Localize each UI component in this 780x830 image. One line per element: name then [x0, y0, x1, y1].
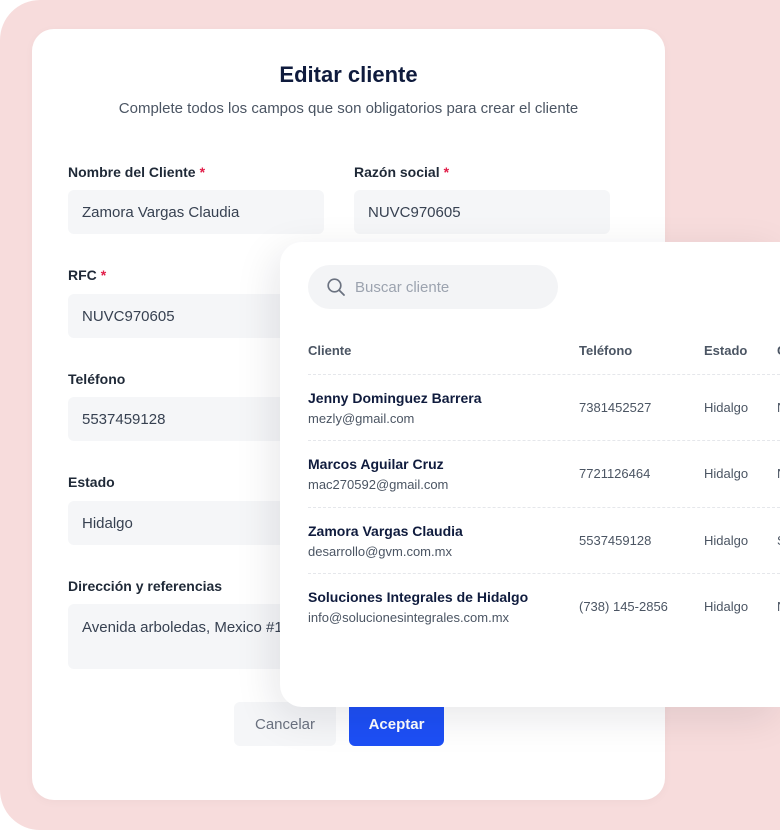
client-name-label: Nombre del Cliente *	[68, 164, 206, 180]
column-header-phone: Teléfono	[579, 343, 633, 358]
client-phone: (738) 145-2856	[579, 599, 668, 614]
client-phone: 5537459128	[579, 533, 652, 548]
client-email: mezly@gmail.com	[308, 411, 415, 426]
client-name: Marcos Aguilar Cruz	[308, 456, 444, 472]
form-title: Editar cliente	[279, 62, 418, 87]
search-input[interactable]	[355, 278, 535, 296]
client-email: mac270592@gmail.com	[308, 477, 449, 492]
table-row[interactable]: Zamora Vargas Claudia desarrollo@gvm.com…	[308, 507, 780, 573]
table-row[interactable]: Jenny Dominguez Barrera mezly@gmail.com …	[308, 374, 780, 440]
required-mark: *	[443, 164, 450, 180]
table-row[interactable]: Soluciones Integrales de Hidalgo info@so…	[308, 573, 780, 639]
client-state: Hidalgo	[704, 466, 749, 481]
state-label: Estado	[68, 474, 115, 490]
client-name: Jenny Dominguez Barrera	[308, 390, 482, 406]
client-email: desarrollo@gvm.com.mx	[308, 544, 452, 559]
client-name-input[interactable]: Zamora Vargas Claudia	[68, 190, 324, 234]
client-state: Hidalgo	[704, 599, 749, 614]
accept-button[interactable]: Aceptar	[349, 702, 444, 746]
business-name-label: Razón social *	[354, 164, 450, 180]
client-name: Zamora Vargas Claudia	[308, 523, 463, 539]
client-state: Hidalgo	[704, 400, 749, 415]
client-phone: 7381452527	[579, 400, 652, 415]
phone-label: Teléfono	[68, 371, 126, 387]
search-icon	[327, 278, 345, 296]
form-subtitle: Complete todos los campos que son obliga…	[118, 100, 579, 117]
client-name: Soluciones Integrales de Hidalgo	[308, 589, 529, 605]
required-mark: *	[199, 164, 206, 180]
cancel-button[interactable]: Cancelar	[234, 702, 336, 746]
column-header-state: Estado	[704, 343, 748, 358]
column-header-client: Cliente	[308, 343, 352, 358]
client-search-panel: Cliente Teléfono Estado C Jenny Domingue…	[280, 242, 780, 707]
client-state: Hidalgo	[704, 533, 749, 548]
rfc-label: RFC *	[68, 267, 107, 283]
client-phone: 7721126464	[579, 466, 651, 481]
address-label: Dirección y referencias	[68, 578, 223, 594]
client-email: info@solucionesintegrales.com.mx	[308, 610, 510, 625]
search-box[interactable]	[308, 265, 558, 309]
required-mark: *	[100, 267, 107, 283]
business-name-input[interactable]: NUVC970605	[354, 190, 610, 234]
table-row[interactable]: Marcos Aguilar Cruz mac270592@gmail.com …	[308, 440, 780, 506]
